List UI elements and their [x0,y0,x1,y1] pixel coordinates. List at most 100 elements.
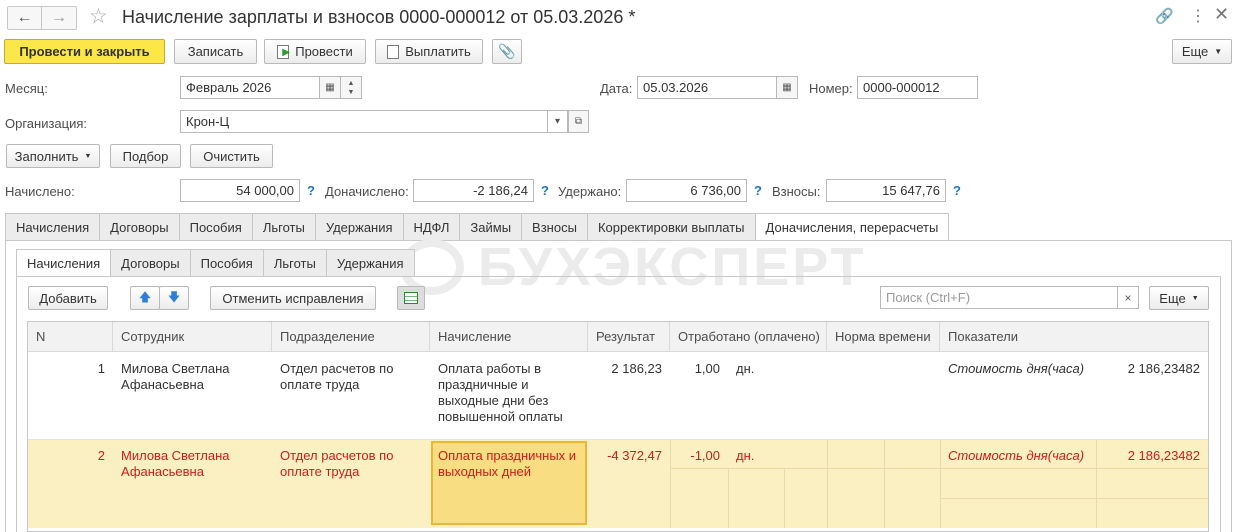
pick-button[interactable]: Подбор [110,144,181,168]
move-up-button[interactable]: 🡅 [130,286,160,310]
attach-button[interactable]: 📎 [492,39,522,64]
month-field[interactable]: Февраль 2026 [180,76,320,99]
number-field[interactable]: 0000-000012 [857,76,978,99]
tab-benefits[interactable]: Пособия [178,213,253,240]
contrib-value: 15 647,76 [826,179,946,202]
add-button[interactable]: Добавить [28,286,108,310]
indicator-name-cell: Стоимость дня(часа) [948,361,1085,376]
more-button-label: Еще [1181,44,1209,59]
subtab-privileges[interactable]: Льготы [262,249,327,276]
indicator-name-cell: Стоимость дня(часа) [948,448,1085,463]
post-close-button[interactable]: Провести и закрыть [4,39,165,64]
result-cell: 2 186,23 [611,361,662,376]
department-cell: Отдел расчетов по оплате труда [280,448,394,479]
indicator-value-cell: 2 186,23482 [1127,361,1200,376]
org-open-icon[interactable]: ⧉ [568,110,589,133]
search-input[interactable]: Поиск (Ctrl+F) [880,286,1118,309]
document-icon [387,44,400,59]
row-grid [728,468,729,528]
close-icon[interactable]: ✕ [1214,4,1229,25]
number-label: Номер: [809,81,853,96]
pay-button[interactable]: Выплатить [375,39,483,64]
fill-button[interactable]: Заполнить ▼ [6,144,100,168]
col-header-indicators[interactable]: Показатели [940,322,1208,352]
table-add-icon [404,292,418,304]
col-header-n[interactable]: N [28,322,113,352]
arrow-down-icon: 🡇 [167,289,181,304]
chevron-down-icon: ▼ [1214,47,1223,56]
col-header-result[interactable]: Результат [588,322,670,352]
org-dropdown-icon[interactable]: ▾ [547,110,568,133]
col-header-worked[interactable]: Отработано (оплачено) [670,322,827,352]
col-header-employee[interactable]: Сотрудник [113,322,272,352]
post-button[interactable]: ▶ Провести [264,39,366,64]
extra-label: Доначислено: [325,184,409,199]
accrued-help-icon[interactable]: ? [307,183,315,198]
title-bar: ← → ☆ Начисление зарплаты и взносов 0000… [0,0,1236,36]
withheld-help-icon[interactable]: ? [754,183,762,198]
table-more-button[interactable]: Еще ▼ [1149,286,1209,310]
back-arrow-icon[interactable]: ← [8,7,42,29]
col-header-norm[interactable]: Норма времени [827,322,940,352]
accrued-label: Начислено: [5,184,75,199]
contrib-label: Взносы: [772,184,821,199]
tab-deductions[interactable]: Удержания [314,213,404,240]
withheld-value: 6 736,00 [626,179,747,202]
tab-contracts[interactable]: Договоры [99,213,180,240]
clear-search-icon[interactable]: × [1117,286,1139,309]
tab-privileges[interactable]: Льготы [251,213,316,240]
subtab-accruals[interactable]: Начисления [16,249,112,277]
calendar-icon[interactable]: ▦ [319,76,341,99]
post-icon: ▶ [277,44,290,59]
tab-accruals[interactable]: Начисления [5,213,101,240]
contrib-help-icon[interactable]: ? [953,183,961,198]
subtab-benefits[interactable]: Пособия [189,249,264,276]
save-button[interactable]: Записать [174,39,257,64]
result-cell: -4 372,47 [607,448,662,463]
nav-buttons: ← → [7,6,77,30]
more-button[interactable]: Еще ▼ [1172,39,1232,64]
paperclip-icon: 📎 [498,43,516,59]
forward-arrow-icon[interactable]: → [42,7,76,29]
indicator-value-cell: 2 186,23482 [1127,448,1200,463]
unit-cell: дн. [736,361,755,376]
menu-dots-icon[interactable]: ⋮ [1190,6,1206,26]
chevron-down-icon: ▼ [84,152,92,160]
table-settings-button[interactable] [397,286,425,310]
date-field[interactable]: 05.03.2026 [637,76,777,99]
accrual-cell: Оплата работы в праздничные и выходные д… [438,361,563,424]
row-grid [827,440,828,528]
fill-button-label: Заполнить [14,148,79,164]
subtab-deductions[interactable]: Удержания [325,249,415,276]
employee-cell: Милова Светлана Афанасьевна [121,361,230,392]
row-number: 2 [97,448,105,463]
org-label: Организация: [5,116,88,131]
chevron-down-icon: ▼ [1191,294,1199,302]
cancel-corrections-button[interactable]: Отменить исправления [210,286,376,310]
star-icon[interactable]: ☆ [89,4,108,29]
accruals-table: N Сотрудник Подразделение Начисление Рез… [27,321,1209,532]
move-down-button[interactable]: 🡇 [159,286,189,310]
table-row[interactable]: 1 Милова Светлана Афанасьевна Отдел расч… [28,353,1208,440]
post-button-label: Провести [295,44,353,59]
clear-button[interactable]: Очистить [190,144,273,168]
date-calendar-icon[interactable]: ▦ [776,76,798,99]
table-row[interactable]: 2 Милова Светлана Афанасьевна Отдел расч… [28,440,1208,528]
col-header-department[interactable]: Подразделение [272,322,430,352]
link-icon[interactable]: 🔗 [1155,7,1174,25]
department-cell: Отдел расчетов по оплате труда [280,361,394,392]
withheld-label: Удержано: [558,184,622,199]
month-label: Месяц: [5,81,48,96]
pay-button-label: Выплатить [405,44,471,59]
extra-help-icon[interactable]: ? [541,183,549,198]
row-grid [784,468,785,528]
worked-cell: 1,00 [694,361,720,376]
month-stepper[interactable]: ▲ ▼ [340,76,362,99]
col-header-accrual[interactable]: Начисление [430,322,588,352]
org-field[interactable]: Крон-Ц [180,110,548,133]
row-number: 1 [97,361,105,376]
arrow-up-icon: 🡅 [138,289,152,304]
worked-cell: -1,00 [690,448,720,463]
subtab-contracts[interactable]: Договоры [110,249,191,276]
date-label: Дата: [600,81,633,96]
